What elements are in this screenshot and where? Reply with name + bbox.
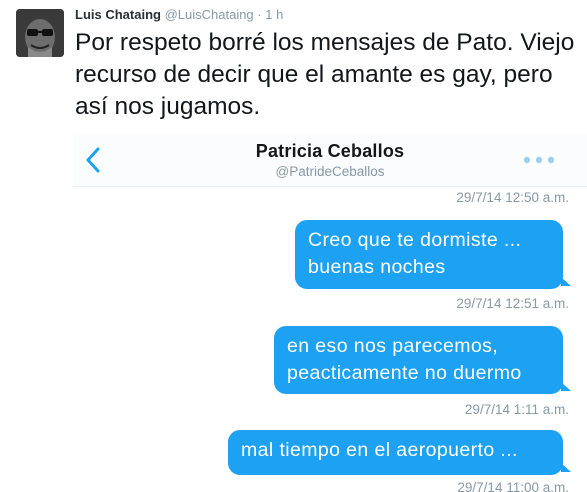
- message-text: Creo que te dormiste ... buenas noches: [308, 229, 522, 278]
- message-timestamp: 29/7/14 12:50 a.m.: [456, 190, 569, 205]
- header-separator: ·: [257, 7, 262, 22]
- author-avatar[interactable]: [16, 9, 64, 57]
- message-text: mal tiempo en el aeropuerto ...: [241, 439, 518, 461]
- message-timestamp: 29/7/14 11:00 a.m.: [457, 480, 569, 492]
- message-bubble[interactable]: mal tiempo en el aeropuerto ...: [228, 430, 563, 475]
- avatar-photo: [16, 9, 64, 57]
- more-dots-icon[interactable]: [523, 156, 555, 164]
- dm-screenshot: Patricia Ceballos @PatrideCeballos 29/7/…: [73, 134, 587, 492]
- message-bubble[interactable]: en eso nos parecemos, peacticamente no d…: [274, 326, 563, 394]
- bubble-tail: [561, 382, 571, 391]
- tweet-header: Luis Chataing @LuisChataing · 1 h: [75, 7, 283, 23]
- message-bubble[interactable]: Creo que te dormiste ... buenas noches: [295, 220, 563, 289]
- bubble-tail: [561, 463, 571, 472]
- bubble-tail: [561, 277, 571, 286]
- message-timestamp: 29/7/14 12:51 a.m.: [456, 296, 569, 311]
- contact-name: Patricia Ceballos: [255, 141, 405, 161]
- message-text: en eso nos parecemos, peacticamente no d…: [287, 335, 522, 384]
- tweet-text: Por respeto borré los mensajes de Pato. …: [75, 29, 575, 120]
- message-timestamp: 29/7/14 1:11 a.m.: [464, 402, 569, 417]
- contact-handle: @PatrideCeballos: [275, 164, 385, 179]
- dm-conversation-header: Patricia Ceballos @PatrideCeballos: [73, 134, 587, 187]
- author-handle[interactable]: @LuisChataing: [165, 7, 254, 22]
- tweet-timestamp[interactable]: 1 h: [265, 7, 283, 22]
- author-name[interactable]: Luis Chataing: [75, 7, 161, 22]
